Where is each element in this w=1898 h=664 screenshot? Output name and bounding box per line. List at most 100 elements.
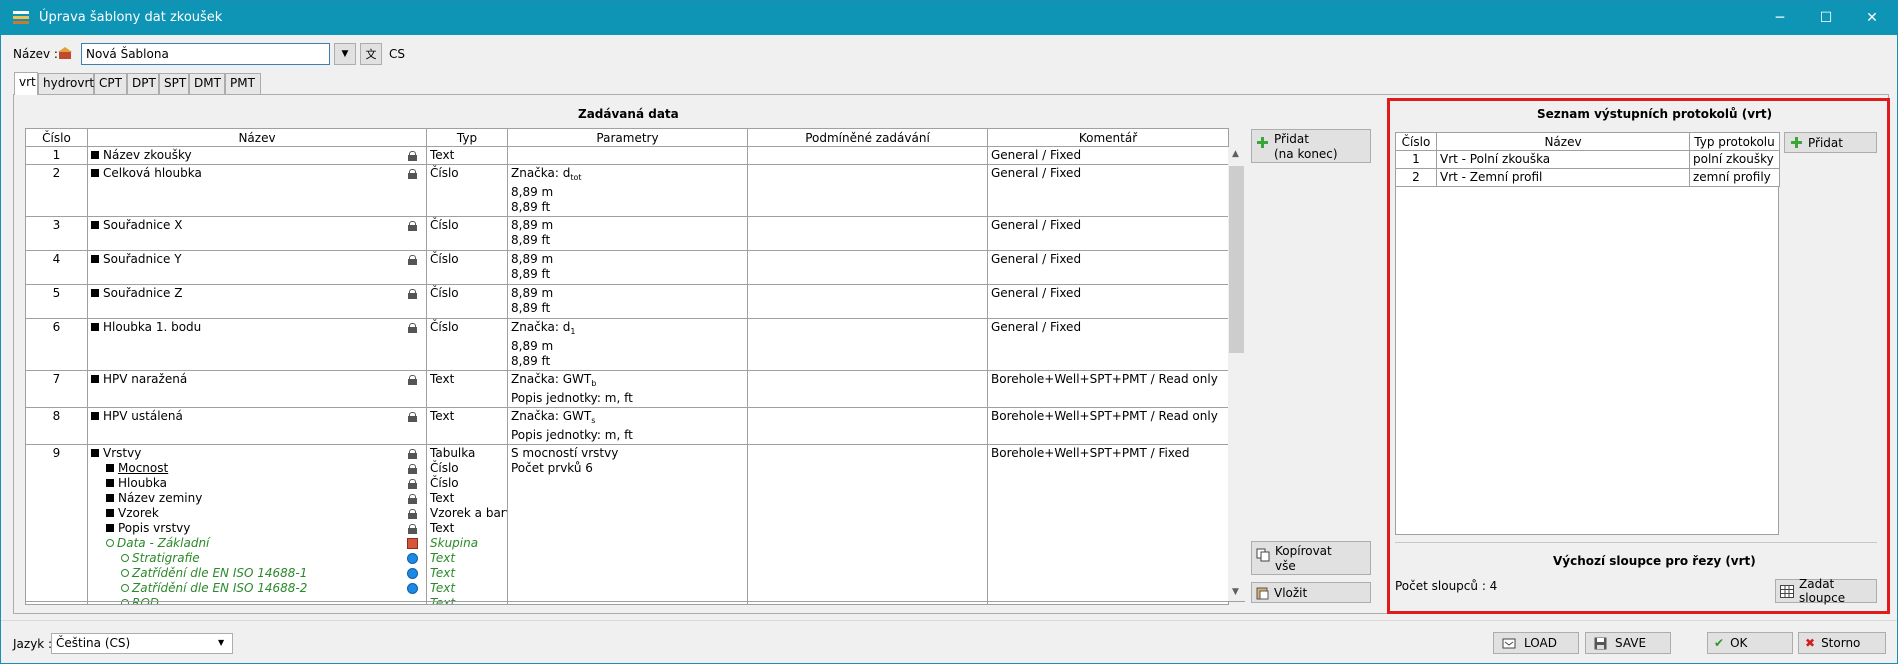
- col-header-protocol-type[interactable]: Typ protokolu: [1689, 132, 1780, 151]
- cell-type: Text: [426, 370, 508, 408]
- cell-comment: General / Fixed: [987, 216, 1229, 251]
- cell-conditional: [747, 370, 988, 408]
- lock-icon: [408, 464, 417, 474]
- cell-comment: General / Fixed: [987, 164, 1229, 217]
- protocols-table-empty-area: [1395, 187, 1779, 535]
- set-columns-button[interactable]: Zadat sloupce: [1775, 577, 1877, 605]
- table-row[interactable]: 8 HPV ustálená Text Značka: GWTs Popis je…: [25, 407, 1229, 445]
- close-button[interactable]: ✕: [1849, 5, 1895, 31]
- square-bullet: [91, 255, 99, 263]
- maximize-button[interactable]: ☐: [1803, 5, 1849, 31]
- cell-conditional: [747, 164, 988, 217]
- cell-number: 6: [25, 318, 88, 371]
- close-icon: ✕: [1866, 10, 1878, 26]
- globe-icon: [407, 583, 418, 594]
- scroll-down-icon[interactable]: ▼: [1232, 587, 1239, 597]
- square-bullet: [91, 375, 99, 383]
- subitem-name[interactable]: Stratigrafie: [132, 551, 200, 565]
- table-row[interactable]: 7 HPV naražená Text Značka: GWTb Popis je…: [25, 370, 1229, 408]
- table-row[interactable]: 5 Souřadnice Z Číslo 8,89 m 8,89 ft Gener…: [25, 284, 1229, 319]
- table-row[interactable]: 6 Hloubka 1. bodu Číslo Značka: d1 8,89 m…: [25, 318, 1229, 371]
- cancel-button[interactable]: ✖ Storno: [1798, 632, 1886, 654]
- table-row[interactable]: 4 Souřadnice Y Číslo 8,89 m 8,89 ft Gener…: [25, 250, 1229, 285]
- cell-number: 9: [25, 444, 88, 605]
- col-header-number[interactable]: Číslo: [1395, 132, 1437, 151]
- minimize-button[interactable]: ─: [1757, 5, 1803, 31]
- input-data-table: Číslo Název Typ Parametry Podmíněné zadá…: [25, 128, 1229, 605]
- subitem-name[interactable]: Popis vrstvy: [118, 521, 190, 535]
- name-input[interactable]: Nová Šablona: [81, 43, 330, 65]
- globe-icon: [407, 553, 418, 564]
- subitem-name[interactable]: Zatřídění dle EN ISO 14688-2: [132, 581, 307, 595]
- cell-comment: General / Fixed: [987, 146, 1229, 165]
- col-header-comment[interactable]: Komentář: [987, 128, 1229, 147]
- col-header-name[interactable]: Název: [87, 128, 427, 147]
- add-protocol-button[interactable]: Přidat: [1784, 132, 1877, 153]
- lock-icon: [408, 151, 417, 161]
- subitem-name[interactable]: Vzorek: [118, 506, 159, 520]
- language-code: CS: [389, 47, 405, 61]
- language-select[interactable]: Čeština (CS) ▼: [51, 633, 233, 654]
- protocols-table: Číslo Název Typ protokolu 1 Vrt - Polní …: [1395, 132, 1780, 187]
- cell-type: Text: [426, 146, 508, 165]
- table-row[interactable]: 3 Souřadnice X Číslo 8,89 m 8,89 ft Gener…: [25, 216, 1229, 251]
- cell-name: Hloubka 1. bodu: [87, 318, 427, 371]
- subitem-name[interactable]: ROD: [132, 596, 159, 604]
- tab-dpt[interactable]: DPT: [127, 73, 159, 94]
- plus-icon: [1791, 137, 1802, 148]
- name-dropdown-button[interactable]: ▼: [334, 43, 356, 65]
- square-bullet: [91, 412, 99, 420]
- load-button[interactable]: LOAD: [1493, 632, 1579, 654]
- table-row[interactable]: 2 Celková hloubka Číslo Značka: dtot 8,89…: [25, 164, 1229, 217]
- save-button[interactable]: SAVE: [1585, 632, 1671, 654]
- cell-name: HPV ustálená: [87, 407, 427, 445]
- cell-conditional: [747, 407, 988, 445]
- cell-parameters: 8,89 m 8,89 ft: [507, 216, 748, 251]
- paste-icon: [1256, 587, 1269, 599]
- scrollbar-thumb[interactable]: [1229, 166, 1244, 353]
- col-header-conditional[interactable]: Podmíněné zadávání: [747, 128, 988, 147]
- cell-comment: General / Fixed: [987, 318, 1229, 371]
- translate-button[interactable]: 文: [360, 43, 382, 65]
- table-row[interactable]: 9 Vrstvy Mocnost Hloubka Název zeminy Vz…: [25, 444, 1229, 605]
- cell-conditional: [747, 146, 988, 165]
- cell-parameters: Značka: d1 8,89 m 8,89 ft: [507, 318, 748, 371]
- plus-icon: [1257, 137, 1268, 148]
- subitem-name[interactable]: Hloubka: [118, 476, 167, 490]
- table-row[interactable]: 1 Vrt - Polní zkouška polní zkoušky: [1395, 150, 1780, 169]
- table-row[interactable]: 2 Vrt - Zemní profil zemní profily: [1395, 168, 1780, 187]
- add-to-end-button[interactable]: Přidat (na konec): [1251, 129, 1371, 163]
- subitem-name[interactable]: Mocnost: [118, 461, 168, 475]
- copy-all-button[interactable]: Kopírovat vše: [1251, 541, 1371, 575]
- col-header-number[interactable]: Číslo: [25, 128, 88, 147]
- tab-vrt[interactable]: vrt: [14, 72, 38, 95]
- tab-hydrovrt[interactable]: hydrovrt: [38, 73, 94, 94]
- col-header-parameters[interactable]: Parametry: [507, 128, 748, 147]
- cell-number: 3: [25, 216, 88, 251]
- table-row[interactable]: 1 Název zkoušky Text General / Fixed: [25, 146, 1229, 165]
- minimize-icon: ─: [1775, 10, 1785, 26]
- tab-spt[interactable]: SPT: [159, 73, 189, 94]
- title-bar: Úprava šablony dat zkoušek ─ ☐ ✕: [1, 1, 1897, 35]
- group-icon: [407, 538, 418, 549]
- paste-button[interactable]: Vložit: [1251, 582, 1371, 603]
- subitem-name[interactable]: Název zeminy: [118, 491, 202, 505]
- tab-dmt[interactable]: DMT: [189, 73, 225, 94]
- subitem-name[interactable]: Data - Základní: [117, 536, 209, 550]
- col-header-type[interactable]: Typ: [426, 128, 508, 147]
- cell-comment: General / Fixed: [987, 250, 1229, 285]
- scroll-up-icon[interactable]: ▲: [1232, 149, 1239, 159]
- cell-number: 4: [25, 250, 88, 285]
- window-title: Úprava šablony dat zkoušek: [39, 10, 223, 25]
- checkmark-icon: ✔: [1714, 636, 1725, 650]
- ok-button[interactable]: ✔ OK: [1707, 632, 1793, 654]
- cell-type: Číslo: [426, 164, 508, 217]
- tab-pmt[interactable]: PMT: [225, 73, 261, 94]
- chevron-down-icon: ▼: [341, 49, 349, 59]
- col-header-name[interactable]: Název: [1436, 132, 1690, 151]
- cell-comment: General / Fixed: [987, 284, 1229, 319]
- template-icon: [58, 47, 72, 59]
- tab-cpt[interactable]: CPT: [94, 73, 127, 94]
- table-scrollbar[interactable]: ▲ ▼: [1228, 147, 1245, 601]
- subitem-name[interactable]: Zatřídění dle EN ISO 14688-1: [132, 566, 307, 580]
